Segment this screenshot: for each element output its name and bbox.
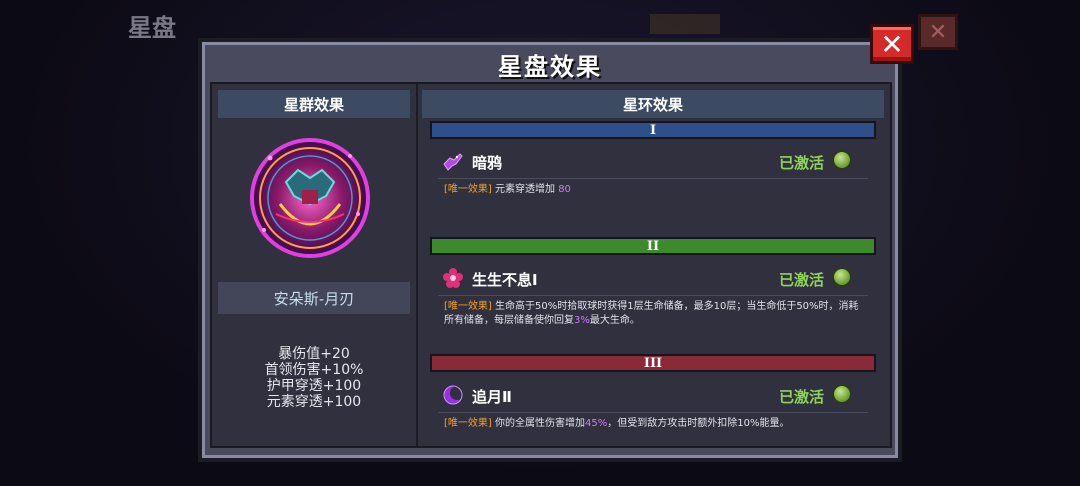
crescent-moon-icon xyxy=(443,385,464,405)
effect-entry: 暗鸦 已激活 [唯一效果] 元素穿透增加 80 xyxy=(434,142,872,197)
effect-name: 追月Ⅱ xyxy=(472,388,512,406)
constellation-stats: 暴伤值+20 首领伤害+10% 护甲穿透+100 元素穿透+100 xyxy=(218,346,410,410)
effect-description: [唯一效果] 元素穿透增加 80 xyxy=(434,179,872,197)
effect-value: 3% xyxy=(574,315,590,326)
effect-entry: 追月Ⅱ 已激活 [唯一效果] 你的全属性伤害增加45%，但受到敌方攻击时额外扣除… xyxy=(434,376,872,431)
effect-tag: [唯一效果] xyxy=(444,184,492,195)
active-indicator-icon xyxy=(832,150,852,170)
tier-header-1: I xyxy=(430,121,876,139)
stat-line: 暴伤值+20 xyxy=(278,346,350,362)
panel-title: 星盘效果 xyxy=(498,52,602,81)
effect-value: 80 xyxy=(558,184,571,195)
effect-text: 你的全属性伤害增加 xyxy=(495,418,585,429)
effect-description: [唯一效果] 生命高于50%时拾取球时获得1层生命储备，最多10层；当生命低于5… xyxy=(434,296,872,328)
tier-header-2: II xyxy=(430,237,876,255)
tier-header-3: III xyxy=(430,354,876,372)
flower-icon xyxy=(443,268,463,288)
effect-status: 已激活 xyxy=(778,271,824,289)
constellation-section: 星群效果 安朵斯-月刃 暴伤值+20 首领伤害+10% 护甲穿透+100 元素穿… xyxy=(212,84,414,446)
effect-status: 已激活 xyxy=(778,388,824,406)
effect-text-end: ，但受到敌方攻击时额外扣除10%能量。 xyxy=(607,418,790,429)
constellation-name: 安朵斯-月刃 xyxy=(218,282,410,314)
effect-tag: [唯一效果] xyxy=(444,418,492,429)
effect-text-end: 最大生命。 xyxy=(589,315,640,326)
column-divider xyxy=(416,84,418,446)
panel-header: 星盘效果 xyxy=(202,42,898,86)
effect-name: 生生不息Ⅰ xyxy=(472,271,538,289)
effect-description: [唯一效果] 你的全属性伤害增加45%，但受到敌方攻击时额外扣除10%能量。 xyxy=(434,413,872,431)
ring-effects-section[interactable]: 星环效果 I 暗鸦 已激活 [唯一效果] 元素穿透增加 80 II 生生不息Ⅰ … xyxy=(420,84,890,446)
effect-name: 暗鸦 xyxy=(472,154,503,172)
background-title: 星盘 xyxy=(128,14,176,42)
effect-text: 元素穿透增加 xyxy=(495,184,555,195)
crow-icon xyxy=(443,153,463,171)
effect-text: 生命高于50%时拾取球时获得1层生命储备，最多10层；当生命低于50%时，消耗所… xyxy=(444,301,859,326)
active-indicator-icon xyxy=(832,384,852,404)
stat-line: 首领伤害+10% xyxy=(264,362,364,378)
background-decoration xyxy=(650,14,720,34)
active-indicator-icon xyxy=(832,267,852,287)
constellation-header: 星群效果 xyxy=(218,90,410,118)
effect-entry: 生生不息Ⅰ 已激活 [唯一效果] 生命高于50%时拾取球时获得1层生命储备，最多… xyxy=(434,259,872,328)
stat-line: 护甲穿透+100 xyxy=(266,378,362,394)
constellation-emblem-icon xyxy=(250,138,370,258)
effect-value: 45% xyxy=(585,418,608,429)
effect-tag: [唯一效果] xyxy=(444,301,492,312)
stat-line: 元素穿透+100 xyxy=(266,394,362,410)
ring-effects-header: 星环效果 xyxy=(422,90,884,118)
effect-status: 已激活 xyxy=(778,154,824,172)
close-button[interactable]: ✕ xyxy=(870,24,914,64)
background-close-button: ✕ xyxy=(918,14,958,50)
